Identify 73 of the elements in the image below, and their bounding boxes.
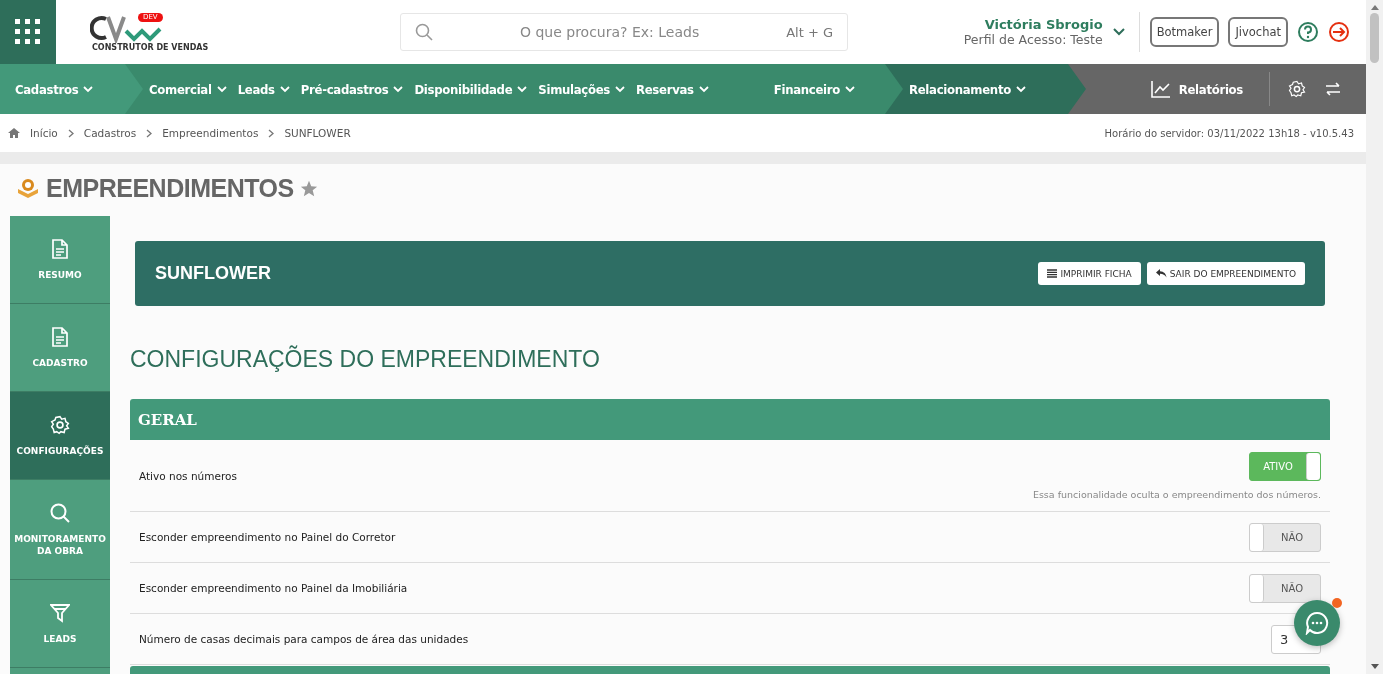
- reports-link[interactable]: Relatórios: [1150, 80, 1251, 98]
- settings-icon: [50, 414, 70, 435]
- search-input[interactable]: O que procura? Ex: Leads: [441, 23, 779, 41]
- nav-menu-item[interactable]: Reservas: [636, 81, 717, 97]
- setting-label: Esconder empreendimento no Painel do Corretor: [139, 531, 396, 543]
- nav-menu-item[interactable]: Leads: [237, 81, 298, 97]
- chat-bubble-icon: [1305, 611, 1329, 635]
- exit-button[interactable]: SAIR DO EMPREENDIMENTO: [1146, 262, 1305, 285]
- notification-dot: [1332, 598, 1342, 608]
- logout-icon[interactable]: [1328, 21, 1350, 43]
- nav-menu-item[interactable]: Comercial: [149, 81, 235, 97]
- panel-title: GERAL: [138, 410, 197, 429]
- chevron-down-icon: [393, 85, 404, 93]
- chevron-down-icon: [1015, 85, 1026, 93]
- chevron-down-icon: [279, 85, 290, 93]
- project-name: SUNFLOWER: [155, 263, 271, 284]
- search-icon: [415, 23, 433, 41]
- chevron-down-icon: [216, 85, 227, 93]
- reply-arrow-icon: [1155, 269, 1167, 278]
- section-title: CONFIGURAÇÕES DO EMPREENDIMENTO: [130, 346, 601, 374]
- grid-icon: [15, 19, 41, 45]
- scroll-down-icon[interactable]: [1370, 664, 1379, 669]
- nav-menu-item[interactable]: Pré-cadastros: [300, 81, 412, 97]
- logo-tagline: CONSTRUTOR DE VENDAS: [92, 42, 209, 52]
- chat-popup-button[interactable]: [1294, 600, 1340, 646]
- star-icon[interactable]: [299, 179, 318, 197]
- line-chart-icon: [1150, 80, 1171, 98]
- shortcut-hint: Alt + G: [786, 24, 833, 40]
- nav-menu-item[interactable]: Cadastros: [15, 81, 102, 97]
- settings-icon[interactable]: [1288, 80, 1306, 98]
- user-profile: Perfil de Acesso: Teste: [963, 32, 1103, 47]
- chevron-right-icon: [268, 128, 275, 138]
- help-icon[interactable]: [1297, 21, 1319, 43]
- funnel-icon: [50, 602, 70, 623]
- search-field[interactable]: O que procura? Ex: Leads Alt + G: [400, 13, 848, 51]
- page-title: EMPREENDIMENTOS: [46, 173, 294, 203]
- breadcrumb-link[interactable]: Início: [30, 127, 58, 139]
- chevron-right-icon: [146, 128, 153, 138]
- chevron-down-icon: [83, 85, 94, 93]
- document-icon: [51, 238, 69, 259]
- nav-menu-item[interactable]: Simulações: [538, 81, 634, 97]
- breadcrumb-link[interactable]: Cadastros: [83, 127, 137, 139]
- chevron-down-icon: [845, 85, 855, 93]
- chevron-down-icon[interactable]: [1112, 28, 1125, 36]
- breadcrumb-link[interactable]: Empreendimentos: [162, 127, 259, 139]
- setting-label: Esconder empreendimento no Painel da Imobiliária: [139, 582, 408, 594]
- chevron-down-icon: [615, 85, 626, 93]
- toggle-switch[interactable]: NÃO: [1249, 573, 1321, 603]
- scrollbar-thumb[interactable]: [1370, 13, 1379, 63]
- setting-label: Número de casas decimais para campos de área das unidades: [139, 633, 469, 645]
- user-name[interactable]: Victória Sbrogio: [984, 17, 1103, 32]
- chevron-down-icon: [517, 85, 528, 93]
- sidebar-tab[interactable]: CONFIGURAÇÕES: [10, 392, 110, 480]
- scrollbar[interactable]: [1366, 0, 1383, 674]
- setting-hint: Essa funcionalidade oculta o empreendimento dos números.: [1032, 488, 1321, 500]
- print-button[interactable]: IMPRIMIR FICHA: [1038, 262, 1141, 285]
- nav-menu-item[interactable]: Financeiro: [773, 81, 863, 97]
- chat-button[interactable]: Botmaker: [1149, 17, 1220, 47]
- chevron-right-icon: [67, 128, 74, 138]
- chat-button[interactable]: Jivochat: [1228, 17, 1288, 47]
- swap-arrows-icon[interactable]: [1324, 82, 1342, 96]
- server-time: Horário do servidor: 03/11/2022 13h18 - v10.5.43: [1104, 127, 1354, 139]
- apps-menu-button[interactable]: [0, 0, 56, 64]
- nav-menu-item[interactable]: Disponibilidade: [414, 81, 536, 97]
- search-icon: [50, 502, 70, 523]
- document-icon: [51, 326, 69, 347]
- chevron-down-icon: [698, 85, 709, 93]
- list-icon: [1047, 269, 1058, 278]
- setting-label: Ativo nos números: [139, 469, 237, 482]
- scroll-up-icon[interactable]: [1370, 5, 1379, 10]
- toggle-switch[interactable]: NÃO: [1249, 522, 1321, 552]
- home-icon: [8, 128, 20, 138]
- nav-menu-item[interactable]: Relacionamento: [909, 81, 1034, 97]
